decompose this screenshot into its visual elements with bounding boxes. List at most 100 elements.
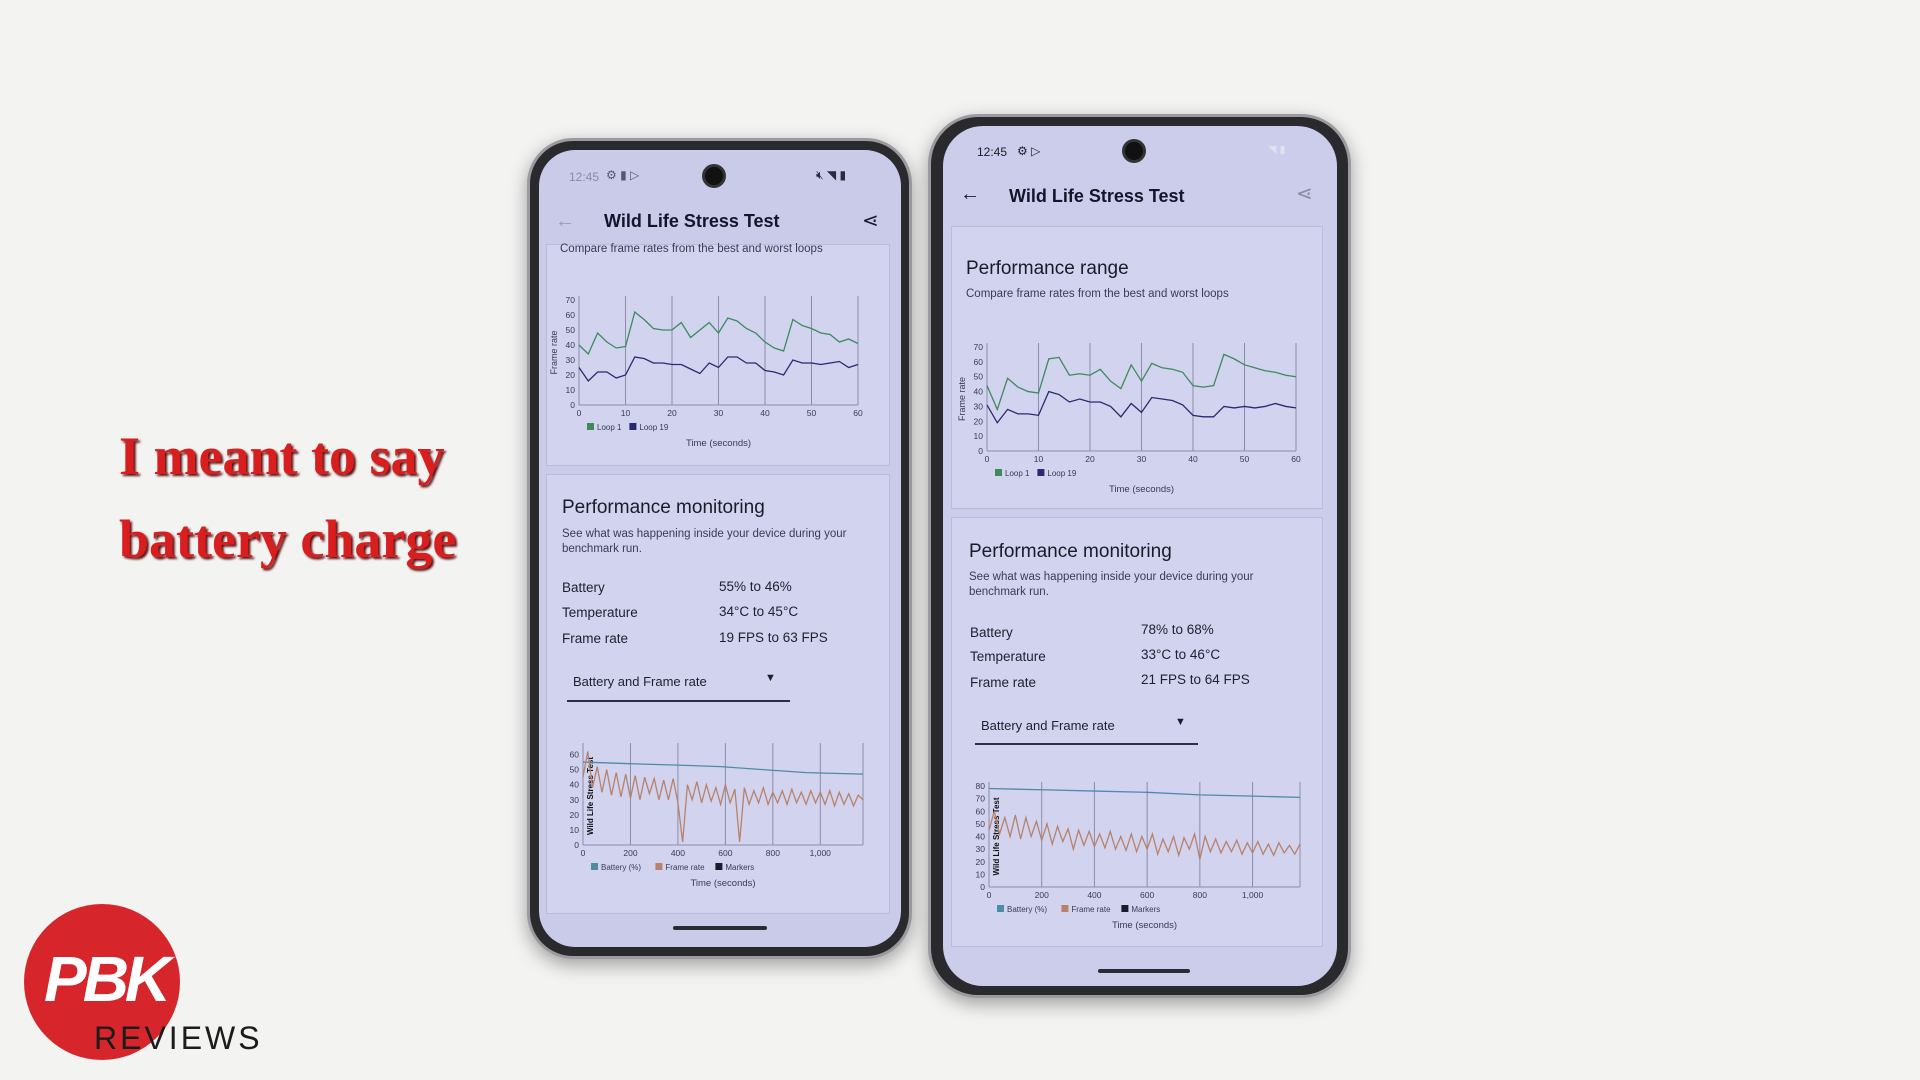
monitoring-chart: 0 200 400 600 800 1,000 0 10 20 30 40 50 60 70 80 Wild …	[976, 781, 1301, 931]
performance-range-chart: 0 10 20 30 40 50 60 0 10 20 30 40 50 60 70 Frame rate Lo…	[549, 295, 863, 449]
y-axis-label: Wild Life Stress Test	[992, 797, 1001, 875]
caret-down-icon: ▼	[1175, 716, 1186, 728]
y-tick-label: 0	[574, 840, 579, 850]
x-tick-label: 0	[985, 454, 990, 464]
series-line-frame-rate	[582, 751, 864, 843]
temperature-label: Temperature	[970, 649, 1046, 664]
arrow-left-icon[interactable]: ←	[960, 183, 980, 206]
x-axis-label: Time (seconds)	[1112, 920, 1177, 931]
x-tick-label: 0	[577, 408, 582, 418]
x-tick-label: 30	[1137, 454, 1147, 464]
x-tick-label: 20	[667, 408, 677, 418]
y-tick-label: 10	[566, 385, 576, 395]
temperature-value: 33°C to 46°C	[1141, 647, 1221, 662]
monitoring-title: Performance monitoring	[969, 541, 1172, 562]
y-tick-label: 10	[976, 869, 986, 879]
x-tick-label: 600	[1140, 890, 1154, 900]
x-tick-label: 60	[1291, 454, 1301, 464]
legend-label: Battery (%)	[1007, 905, 1047, 914]
y-tick-label: 80	[976, 781, 986, 791]
chart-type-dropdown[interactable]: Battery and Frame rate ▼	[975, 707, 1198, 745]
legend-swatch	[1037, 469, 1045, 476]
x-tick-label: 0	[987, 890, 992, 900]
share-icon[interactable]: ⋖	[1296, 181, 1313, 206]
legend-swatch	[997, 905, 1004, 912]
y-tick-label: 60	[976, 806, 986, 816]
y-axis-label: Frame rate	[549, 330, 559, 374]
legend-label: Markers	[725, 863, 754, 872]
series-line-frame-rate	[988, 811, 1301, 860]
x-tick-label: 0	[581, 848, 586, 858]
y-tick-label: 40	[570, 780, 580, 790]
y-tick-label: 20	[566, 370, 576, 380]
range-subtitle: Compare frame rates from the best and wo…	[966, 288, 1229, 300]
y-tick-label: 10	[974, 431, 984, 441]
framerate-label: Frame rate	[562, 631, 629, 646]
x-tick-label: 600	[718, 848, 732, 858]
y-tick-label: 0	[980, 882, 985, 892]
battery-label: Battery	[970, 625, 1013, 640]
page-title: Wild Life Stress Test	[1009, 186, 1185, 206]
y-tick-label: 70	[566, 295, 576, 305]
framerate-value: 19 FPS to 63 FPS	[719, 630, 828, 645]
range-subtitle: Compare frame rates from the best and wo…	[560, 243, 823, 255]
x-tick-label: 20	[1085, 454, 1095, 464]
battery-label: Battery	[562, 580, 605, 595]
chart-type-dropdown[interactable]: Battery and Frame rate ▼	[567, 664, 790, 702]
x-tick-label: 10	[621, 408, 631, 418]
overlay-caption-line2: battery charge	[119, 509, 457, 569]
legend-swatch	[1061, 905, 1069, 912]
y-tick-label: 40	[566, 340, 576, 350]
camera-cutout	[702, 164, 726, 188]
x-tick-label: 800	[1193, 890, 1207, 900]
y-tick-label: 40	[974, 387, 984, 397]
y-tick-label: 30	[974, 401, 984, 411]
caret-down-icon: ▼	[765, 672, 776, 684]
share-icon[interactable]: ⋖	[862, 208, 879, 233]
dropdown-underline	[975, 743, 1198, 745]
temperature-label: Temperature	[562, 605, 638, 620]
x-tick-label: 1,000	[1242, 890, 1264, 900]
legend-label: Loop 1	[1005, 469, 1030, 478]
x-axis-label: Time (seconds)	[1109, 484, 1174, 495]
y-tick-label: 20	[976, 857, 986, 867]
legend-label: Loop 19	[1047, 469, 1076, 478]
x-axis-label: Time (seconds)	[690, 878, 755, 889]
legend-label: Markers	[1131, 905, 1160, 914]
temperature-value: 34°C to 45°C	[719, 604, 799, 619]
overlay-caption-line1: I meant to say	[119, 426, 445, 486]
y-tick-label: 20	[974, 416, 984, 426]
home-indicator[interactable]	[673, 926, 767, 930]
performance-range-chart: 0 10 20 30 40 50 60 0 10 20 30 40 50 60 70 Frame rate Lo…	[957, 342, 1301, 495]
x-tick-label: 400	[671, 848, 685, 858]
y-tick-label: 0	[570, 400, 575, 410]
y-tick-label: 60	[974, 357, 984, 367]
arrow-left-icon[interactable]: ←	[555, 210, 575, 233]
y-tick-label: 60	[566, 310, 576, 320]
y-tick-label: 50	[566, 325, 576, 335]
y-tick-label: 40	[976, 832, 986, 842]
y-tick-label: 50	[974, 372, 984, 382]
monitoring-desc: See what was happening inside your devic…	[562, 528, 847, 555]
legend-swatch	[587, 423, 594, 430]
legend-swatch	[1121, 905, 1129, 912]
x-tick-label: 800	[766, 848, 780, 858]
legend-label: Frame rate	[1071, 905, 1111, 914]
legend-swatch	[715, 863, 723, 870]
y-tick-label: 50	[976, 819, 986, 829]
camera-cutout	[1122, 139, 1146, 163]
monitoring-chart: 0 200 400 600 800 1,0000102030405060Wild Life…	[570, 743, 864, 889]
y-tick-label: 30	[566, 355, 576, 365]
page-title: Wild Life Stress Test	[604, 211, 780, 231]
y-tick-label: 10	[570, 825, 580, 835]
legend-label: Loop 19	[639, 423, 668, 432]
x-tick-label: 50	[1240, 454, 1250, 464]
status-right-icons: ◥ ▮	[1268, 144, 1286, 156]
x-tick-label: 200	[1035, 890, 1049, 900]
home-indicator[interactable]	[1098, 969, 1190, 973]
x-tick-label: 60	[853, 408, 863, 418]
legend-swatch	[995, 469, 1002, 476]
logo-text: REVIEWS	[94, 1020, 263, 1056]
status-right-icons: 🔇︎ ◥ ▮	[816, 168, 847, 182]
y-tick-label: 50	[570, 765, 580, 775]
